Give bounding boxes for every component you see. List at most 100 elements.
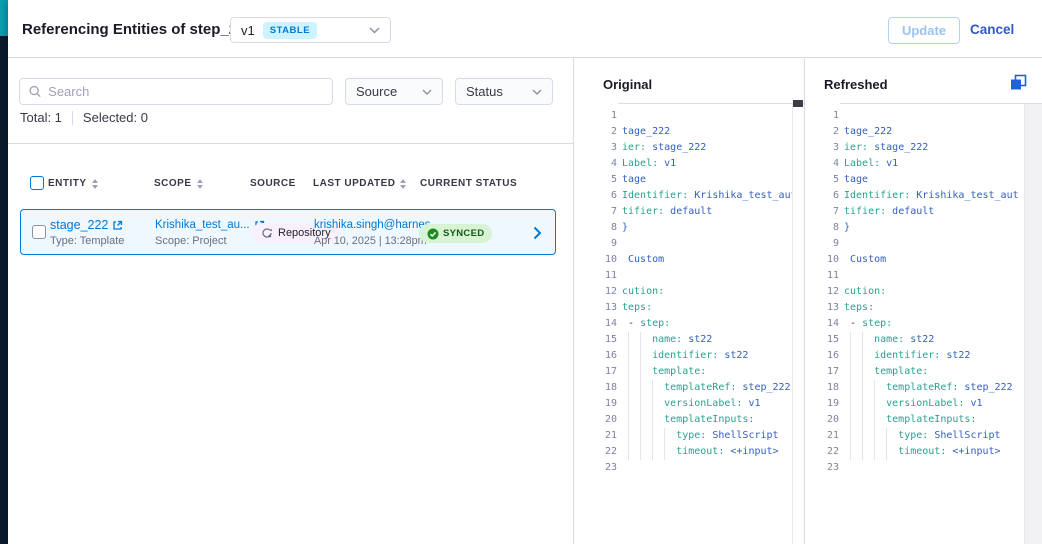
- yaml-value: step_222: [736, 382, 790, 393]
- code-line: tage: [844, 172, 1024, 188]
- indent-guide: [628, 396, 629, 412]
- indent-guide: [874, 380, 875, 396]
- indent-guide: [862, 332, 863, 348]
- yaml-value: tage: [622, 174, 646, 185]
- yaml-value: v1: [964, 398, 982, 409]
- yaml-key: Identifier:: [622, 190, 688, 201]
- code-line: Custom: [844, 252, 1024, 268]
- yaml-key: teps:: [844, 302, 874, 313]
- line-number: 12: [574, 284, 617, 300]
- code-line: [622, 460, 792, 476]
- refreshed-code[interactable]: tage_222ier: stage_222Label: v1tageIdent…: [844, 108, 1024, 476]
- code-line: name: st22: [844, 332, 1024, 348]
- code-line: cution:: [622, 284, 792, 300]
- yaml-value: stage_222: [646, 142, 706, 153]
- entity-link[interactable]: stage_222: [50, 217, 108, 233]
- yaml-diff-panel: Original Refreshed 123456789101112131415…: [573, 58, 1042, 544]
- sort-icon[interactable]: [197, 179, 203, 189]
- code-line: Custom: [622, 252, 792, 268]
- yaml-value: step_222: [958, 382, 1012, 393]
- external-link-icon[interactable]: [112, 220, 123, 231]
- select-all-checkbox[interactable]: [30, 176, 44, 190]
- code-line: Identifier: Krishika_test_aut: [622, 188, 792, 204]
- original-code[interactable]: tage_222ier: stage_222Label: v1tageIdent…: [622, 108, 792, 476]
- column-header-scope[interactable]: SCOPE: [154, 178, 203, 189]
- indent-guide: [862, 348, 863, 364]
- column-header-entity[interactable]: ENTITY: [48, 178, 98, 189]
- column-header-last-updated[interactable]: LAST UPDATED: [313, 178, 406, 189]
- update-button[interactable]: Update: [888, 17, 960, 44]
- cancel-button[interactable]: Cancel: [970, 22, 1014, 37]
- repository-icon: [261, 227, 273, 239]
- scope-link[interactable]: Krishika_test_au...: [155, 217, 250, 233]
- chevron-down-icon: [369, 27, 380, 34]
- code-line: teps:: [622, 300, 792, 316]
- code-line: ier: stage_222: [844, 140, 1024, 156]
- yaml-value: st22: [904, 334, 934, 345]
- diff-sash[interactable]: [793, 100, 803, 107]
- yaml-value: <+input>: [724, 446, 778, 457]
- yaml-value: tage_222: [622, 126, 670, 137]
- line-number: 3: [804, 140, 839, 156]
- search-box[interactable]: [19, 78, 333, 105]
- indent-guide: [850, 444, 851, 460]
- refreshed-line-numbers: 1234567891011121314151617181920212223: [804, 108, 839, 476]
- code-line: [622, 268, 792, 284]
- yaml-text: -: [622, 318, 640, 329]
- code-line: - step:: [622, 316, 792, 332]
- divider: [1024, 104, 1025, 544]
- yaml-value: <+input>: [946, 446, 1000, 457]
- code-line: }: [844, 220, 1024, 236]
- line-number: 20: [804, 412, 839, 428]
- line-number: 2: [574, 124, 617, 140]
- yaml-value: Custom: [844, 254, 886, 265]
- divider: [840, 103, 1042, 104]
- yaml-value: }: [844, 222, 850, 233]
- yaml-value: ShellScript: [928, 430, 1000, 441]
- source-filter-dropdown[interactable]: Source: [345, 78, 443, 105]
- indent-guide: [874, 444, 875, 460]
- referencing-entities-modal: { "header": { "title": "Referencing Enti…: [0, 0, 1042, 544]
- version-select[interactable]: v1 STABLE: [230, 17, 391, 43]
- code-line: timeout: <+input>: [622, 444, 792, 460]
- sort-icon[interactable]: [92, 179, 98, 189]
- table-row[interactable]: stage_222 Type: Template Krishika_test_a…: [20, 209, 556, 255]
- line-number: 8: [804, 220, 839, 236]
- yaml-value: tage: [844, 174, 868, 185]
- yaml-value: default: [664, 206, 712, 217]
- code-line: Identifier: Krishika_test_aut: [844, 188, 1024, 204]
- yaml-key: cution:: [844, 286, 886, 297]
- line-number: 6: [574, 188, 617, 204]
- line-number: 4: [804, 156, 839, 172]
- code-line: teps:: [844, 300, 1024, 316]
- line-number: 16: [574, 348, 617, 364]
- row-checkbox[interactable]: [32, 225, 46, 239]
- indent-guide: [628, 364, 629, 380]
- code-line: identifier: st22: [844, 348, 1024, 364]
- code-line: [622, 236, 792, 252]
- search-input[interactable]: [48, 84, 323, 99]
- original-line-numbers: 1234567891011121314151617181920212223: [574, 108, 617, 476]
- chevron-right-icon[interactable]: [533, 226, 542, 240]
- sort-icon[interactable]: [400, 179, 406, 189]
- yaml-key: Label:: [844, 158, 880, 169]
- line-number: 5: [574, 172, 617, 188]
- indent-guide: [850, 364, 851, 380]
- scrollbar[interactable]: [1025, 104, 1042, 544]
- line-number: 18: [804, 380, 839, 396]
- status-filter-dropdown[interactable]: Status: [455, 78, 553, 105]
- line-number: 21: [574, 428, 617, 444]
- indent-guide: [628, 412, 629, 428]
- yaml-key: identifier:: [844, 350, 940, 361]
- yaml-value: v1: [742, 398, 760, 409]
- background-left-nav: [0, 0, 8, 544]
- indent-guide: [640, 348, 641, 364]
- copy-icon[interactable]: [1008, 74, 1028, 94]
- modal: Referencing Entities of step_222 v1 STAB…: [8, 0, 1042, 544]
- code-line: template:: [844, 364, 1024, 380]
- line-number: 1: [574, 108, 617, 124]
- line-number: 15: [804, 332, 839, 348]
- yaml-value: Krishika_test_aut: [688, 190, 792, 201]
- yaml-value: v1: [658, 158, 676, 169]
- yaml-key: tifier:: [622, 206, 664, 217]
